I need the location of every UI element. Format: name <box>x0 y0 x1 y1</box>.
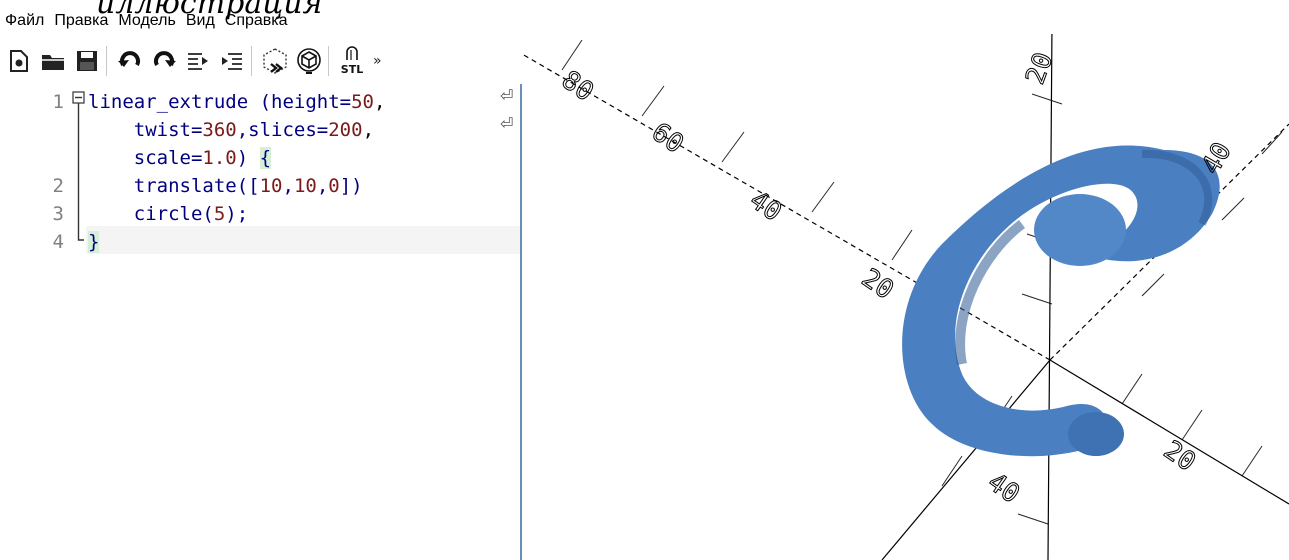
menu-file[interactable]: Файл <box>0 8 49 34</box>
code-token: ,slices= <box>236 119 329 141</box>
axis-labels: 8060402020402040 <box>555 48 1238 510</box>
code-line[interactable]: twist=360,slices=200, <box>0 116 520 144</box>
toolbar-separator <box>251 46 252 76</box>
code-token: , <box>362 119 375 141</box>
menu-bar: Файл Правка Модель Вид Справка <box>0 8 293 34</box>
export-stl-button[interactable]: STL <box>337 44 367 78</box>
render-button[interactable] <box>294 44 324 78</box>
tube-model <box>902 145 1220 457</box>
undo-icon <box>118 51 140 67</box>
line-number: 4 <box>52 231 64 253</box>
code-token: circle( <box>88 203 214 225</box>
code-token: 10 <box>259 175 283 197</box>
line-wrap-icon: ⏎ <box>500 114 514 133</box>
toolbar-overflow-button[interactable]: » <box>373 53 382 69</box>
new-file-button[interactable] <box>4 44 34 78</box>
axis-label: 20 <box>1158 435 1201 478</box>
code-line[interactable]: 1 linear_extrude (height=50, <box>0 88 520 116</box>
preview-button[interactable] <box>260 44 290 78</box>
code-token: , <box>374 91 386 113</box>
save-button[interactable] <box>72 44 102 78</box>
code-token: twist= <box>88 119 203 141</box>
code-token: 200 <box>328 119 363 141</box>
code-editor[interactable]: 1 linear_extrude (height=50, twist=360,sl… <box>0 84 522 560</box>
preview-icon <box>263 48 287 74</box>
editor-toolbar: STL » <box>0 38 522 84</box>
unindent-icon <box>188 53 208 70</box>
code-line[interactable]: scale=1.0) { <box>0 144 520 172</box>
menu-edit[interactable]: Правка <box>49 8 113 34</box>
code-token: 1.0 <box>202 147 237 169</box>
axis-label: 40 <box>744 185 787 228</box>
axis-label: 20 <box>856 263 899 306</box>
axis-lines <box>522 34 1289 560</box>
undo-button[interactable] <box>115 44 145 78</box>
line-number: 2 <box>52 175 64 197</box>
code-token: 5 <box>213 203 226 225</box>
code-token: ); <box>225 203 249 225</box>
3d-scene[interactable]: 8060402020402040 <box>522 34 1289 560</box>
open-file-button[interactable] <box>38 44 68 78</box>
line-wrap-icon: ⏎ <box>500 86 514 105</box>
toolbar-separator <box>328 46 329 76</box>
code-token: ]) <box>339 175 363 197</box>
code-text: scale=1.0) { <box>88 144 272 172</box>
code-token: 360 <box>202 119 237 141</box>
indent-button[interactable] <box>217 44 247 78</box>
menu-help[interactable]: Справка <box>220 8 293 34</box>
indent-icon <box>222 53 242 70</box>
code-token: linear_extrude (height= <box>88 91 352 113</box>
code-line[interactable]: 3 circle(5); <box>0 200 520 228</box>
3d-viewport[interactable]: 80 60 40 20 20 40 20 40 <box>522 34 1289 560</box>
new-file-icon <box>10 50 28 72</box>
code-line[interactable]: 4} <box>0 228 520 256</box>
code-text: translate([10,10,0]) <box>88 172 363 200</box>
redo-button[interactable] <box>149 44 179 78</box>
line-number: 1 <box>52 91 64 113</box>
menu-design[interactable]: Модель <box>113 8 180 34</box>
code-text: } <box>88 228 100 256</box>
code-text: circle(5); <box>88 200 248 228</box>
code-text: twist=360,slices=200, <box>88 116 374 144</box>
code-token: translate([ <box>88 175 260 197</box>
render-icon <box>297 48 321 74</box>
toolbar-separator <box>106 46 107 76</box>
code-token: ) <box>236 147 260 169</box>
axis-label: 40 <box>982 467 1025 510</box>
stl-label: STL <box>341 63 363 76</box>
code-text: linear_extrude (height=50, <box>88 88 385 116</box>
code-token: , <box>316 175 329 197</box>
menu-view[interactable]: Вид <box>181 8 220 34</box>
line-number: 3 <box>52 203 64 225</box>
code-token: 0 <box>328 175 340 197</box>
axis-label: 20 <box>1020 49 1059 89</box>
code-token: { <box>259 147 272 169</box>
axis-label: 60 <box>646 117 689 160</box>
axis-label: 80 <box>556 65 599 108</box>
code-token: } <box>88 231 100 253</box>
code-token: 10 <box>293 175 317 197</box>
code-token: 50 <box>351 91 374 113</box>
code-token: , <box>282 175 294 197</box>
unindent-button[interactable] <box>183 44 213 78</box>
open-file-icon <box>42 55 64 70</box>
redo-icon <box>154 51 176 67</box>
export-stl-icon: STL <box>341 46 363 76</box>
code-token: scale= <box>88 147 203 169</box>
code-line[interactable]: 2 translate([10,10,0]) <box>0 172 520 200</box>
save-icon <box>77 51 97 71</box>
